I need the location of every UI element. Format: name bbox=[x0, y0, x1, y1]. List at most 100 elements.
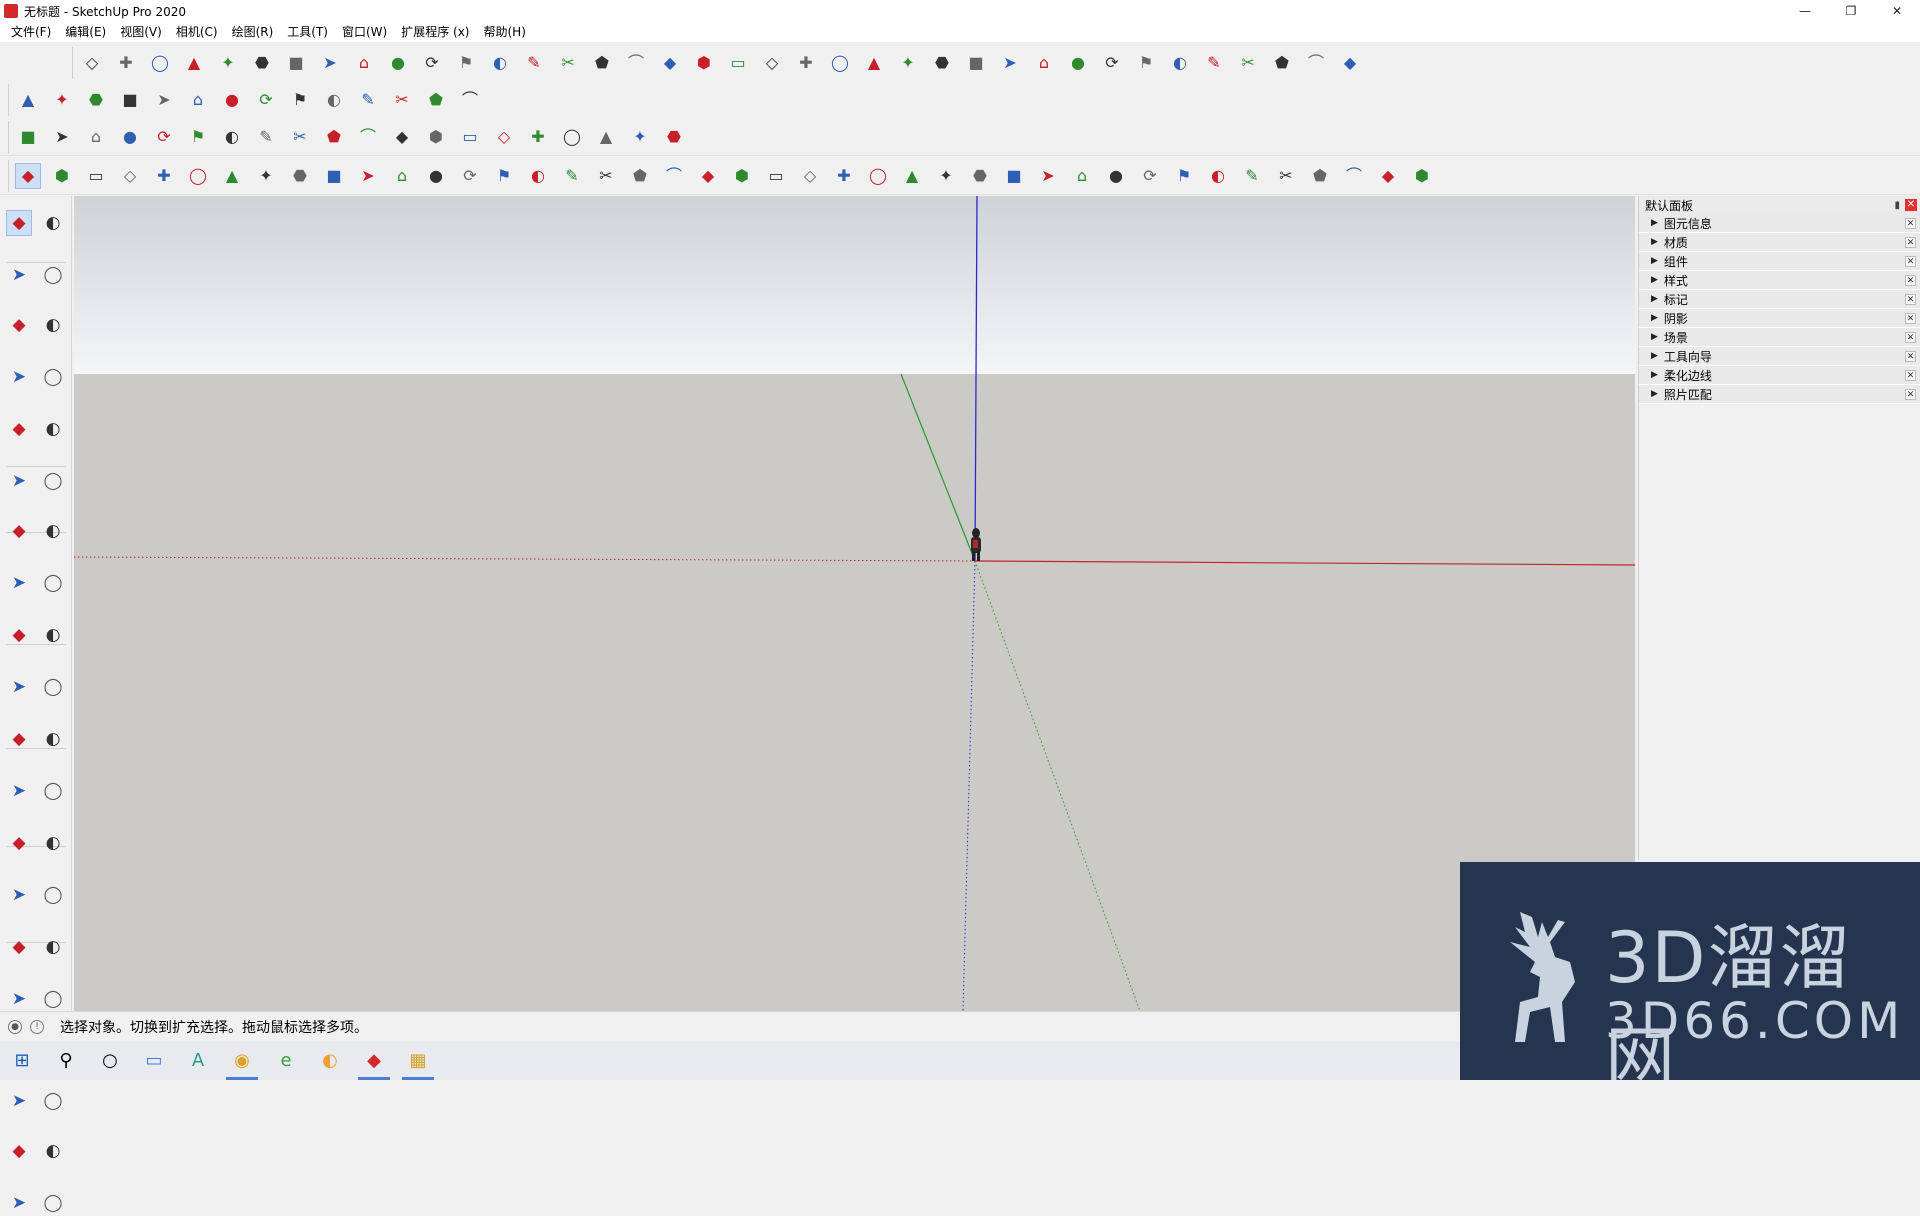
arc-icon[interactable]: ➤ bbox=[151, 87, 177, 113]
tray-panel-item[interactable]: ▶ 场景 ✕ bbox=[1639, 328, 1920, 347]
close-panel-icon[interactable]: ✕ bbox=[1905, 256, 1916, 267]
bezier-icon[interactable]: ▲ bbox=[15, 87, 41, 113]
cortana-icon[interactable]: ○ bbox=[88, 1041, 132, 1080]
polyline-icon[interactable]: ⬣ bbox=[83, 87, 109, 113]
paint-bucket-icon[interactable]: ➤ bbox=[6, 262, 32, 288]
zoom-icon[interactable]: ◆ bbox=[6, 934, 32, 960]
stairs-icon[interactable]: ✚ bbox=[793, 50, 819, 76]
fillet-icon[interactable]: ⬟ bbox=[589, 50, 615, 76]
section-plane-icon[interactable]: ◯ bbox=[40, 1088, 66, 1114]
drape-icon[interactable]: ◆ bbox=[1375, 163, 1401, 189]
zoom-ext-icon[interactable]: ✎ bbox=[559, 163, 585, 189]
paint-icon[interactable]: ● bbox=[423, 163, 449, 189]
expand-triangle-icon[interactable]: ▶ bbox=[1651, 389, 1658, 399]
freehand-icon[interactable]: ◐ bbox=[40, 312, 66, 338]
walk-icon[interactable]: ◐ bbox=[219, 124, 245, 150]
smooth-icon[interactable]: ✎ bbox=[355, 87, 381, 113]
unfold-icon[interactable]: ◆ bbox=[1337, 50, 1363, 76]
expand-triangle-icon[interactable]: ▶ bbox=[1651, 256, 1658, 266]
pencil-icon[interactable]: ▭ bbox=[83, 163, 109, 189]
component-select-icon[interactable]: ◐ bbox=[40, 210, 66, 236]
loft-icon[interactable]: ▭ bbox=[725, 50, 751, 76]
expand-triangle-icon[interactable]: ▶ bbox=[1651, 275, 1658, 285]
layout-icon[interactable]: ➤ bbox=[6, 1190, 32, 1216]
windows-start-icon[interactable]: ⊞ bbox=[0, 1041, 44, 1080]
extension-warehouse-icon[interactable]: ◐ bbox=[40, 1138, 66, 1164]
zoom-window-icon[interactable]: ◐ bbox=[40, 934, 66, 960]
browser-icon[interactable]: e bbox=[264, 1041, 308, 1080]
monochrome-icon[interactable]: ◐ bbox=[1205, 163, 1231, 189]
previous-icon[interactable]: ⟳ bbox=[151, 124, 177, 150]
tray-panel-item[interactable]: ▶ 柔化边线 ✕ bbox=[1639, 366, 1920, 385]
info-icon[interactable]: ! bbox=[30, 1019, 44, 1034]
tray-panel-item[interactable]: ▶ 阴影 ✕ bbox=[1639, 309, 1920, 328]
roof-icon[interactable]: ✦ bbox=[895, 50, 921, 76]
expand-triangle-icon[interactable]: ▶ bbox=[1651, 294, 1658, 304]
push-pull-icon[interactable]: ◯ bbox=[185, 163, 211, 189]
array-icon[interactable]: ⚑ bbox=[1133, 50, 1159, 76]
flip-edge-icon[interactable]: ⬢ bbox=[1409, 163, 1435, 189]
tray-panel-item[interactable]: ▶ 图元信息 ✕ bbox=[1639, 214, 1920, 233]
rectangle-icon[interactable]: ⌂ bbox=[185, 87, 211, 113]
close-button[interactable]: ✕ bbox=[1874, 0, 1920, 22]
offset-icon[interactable]: ✚ bbox=[113, 50, 139, 76]
expand-triangle-icon[interactable]: ▶ bbox=[1651, 332, 1658, 342]
sandbox-icon[interactable]: ⬟ bbox=[1307, 163, 1333, 189]
close-panel-icon[interactable]: ✕ bbox=[1905, 313, 1916, 324]
sketchup-taskbar-icon[interactable]: ◆ bbox=[352, 1041, 396, 1080]
menu-draw[interactable]: 绘图(R) bbox=[225, 22, 281, 42]
warehouse-icon[interactable]: ◆ bbox=[6, 1138, 32, 1164]
scale-icon[interactable]: ✂ bbox=[1235, 50, 1261, 76]
box-icon[interactable]: ⌂ bbox=[351, 50, 377, 76]
shape-icon[interactable]: ✚ bbox=[151, 163, 177, 189]
chrome-icon[interactable]: ◉ bbox=[220, 1041, 264, 1080]
rotate-icon[interactable]: ◆ bbox=[6, 622, 32, 648]
expand-triangle-icon[interactable]: ▶ bbox=[1651, 218, 1658, 228]
select-icon[interactable]: ◆ bbox=[15, 163, 41, 189]
rotate-icon[interactable]: ⬣ bbox=[287, 163, 313, 189]
look-around-icon[interactable]: ✎ bbox=[253, 124, 279, 150]
catenary-icon[interactable]: ■ bbox=[117, 87, 143, 113]
eraser-icon[interactable]: ◯ bbox=[40, 262, 66, 288]
minimize-button[interactable]: — bbox=[1782, 0, 1828, 22]
chamfer-icon[interactable]: ⌒ bbox=[623, 50, 649, 76]
layers-icon[interactable]: ◇ bbox=[491, 124, 517, 150]
follow-me-icon[interactable]: ◐ bbox=[40, 622, 66, 648]
close-panel-icon[interactable]: ✕ bbox=[1905, 275, 1916, 286]
pan-icon[interactable]: ⚑ bbox=[185, 124, 211, 150]
door-icon[interactable]: ■ bbox=[963, 50, 989, 76]
zoom-extents-icon[interactable]: ● bbox=[117, 124, 143, 150]
outer-shell-icon[interactable]: ▲ bbox=[181, 50, 207, 76]
extension-icon[interactable]: ⬟ bbox=[627, 163, 653, 189]
zoom-extents-icon[interactable]: ➤ bbox=[6, 986, 32, 1012]
split-icon[interactable]: ✦ bbox=[215, 50, 241, 76]
spline-icon[interactable]: ✦ bbox=[49, 87, 75, 113]
back-icon[interactable]: ◯ bbox=[865, 163, 891, 189]
column-icon[interactable]: ● bbox=[1065, 50, 1091, 76]
warehouse-icon[interactable]: ✂ bbox=[593, 163, 619, 189]
dimension-icon[interactable]: ◐ bbox=[40, 726, 66, 752]
close-panel-icon[interactable]: ✕ bbox=[1905, 294, 1916, 305]
section-plane-icon[interactable]: ⬟ bbox=[321, 124, 347, 150]
menu-file[interactable]: 文件(F) bbox=[4, 22, 58, 42]
text-icon[interactable]: ⌂ bbox=[389, 163, 415, 189]
tray-panel-item[interactable]: ▶ 样式 ✕ bbox=[1639, 271, 1920, 290]
tape-icon[interactable]: ➤ bbox=[355, 163, 381, 189]
menu-tools[interactable]: 工具(T) bbox=[280, 22, 335, 42]
materials-icon[interactable]: ⬢ bbox=[423, 124, 449, 150]
tree-icon[interactable]: ⌒ bbox=[457, 87, 483, 113]
pan-icon[interactable]: ◯ bbox=[40, 882, 66, 908]
tray-panel-item[interactable]: ▶ 照片匹配 ✕ bbox=[1639, 385, 1920, 404]
close-panel-icon[interactable]: ✕ bbox=[1905, 351, 1916, 362]
styles-icon[interactable]: ▭ bbox=[457, 124, 483, 150]
align-icon[interactable]: ✎ bbox=[1201, 50, 1227, 76]
close-panel-icon[interactable]: ✕ bbox=[1905, 389, 1916, 400]
beam-icon[interactable]: ⌂ bbox=[1031, 50, 1057, 76]
expand-triangle-icon[interactable]: ▶ bbox=[1651, 351, 1658, 361]
component-icon[interactable]: ⌒ bbox=[355, 124, 381, 150]
fillet-curve-icon[interactable]: ◐ bbox=[321, 87, 347, 113]
previous-view-icon[interactable]: ◯ bbox=[40, 986, 66, 1012]
wall-icon[interactable]: ▲ bbox=[861, 50, 887, 76]
scale-tool-icon[interactable]: ■ bbox=[321, 163, 347, 189]
wireframe-icon[interactable]: ⌂ bbox=[1069, 163, 1095, 189]
